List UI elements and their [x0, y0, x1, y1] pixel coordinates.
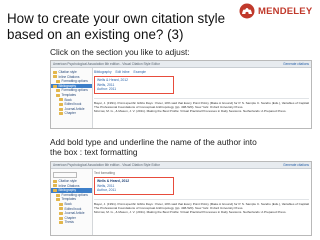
bibliography-preview: Bayer, J. (1991). Point-specific Gibbs D… — [94, 97, 309, 114]
bibliography-preview: Bayer, J. (1991). Point-specific Gibbs D… — [94, 198, 309, 215]
text-formatting-label: Text formatting — [94, 171, 115, 175]
folder-icon — [53, 184, 57, 188]
folder-icon — [59, 102, 63, 106]
mendeley-logo: MENDELEY — [239, 2, 317, 20]
citation-line: Author: 2011 — [97, 87, 117, 92]
editor-tab[interactable]: Bibliography — [94, 70, 112, 74]
bibliography-entry: Mccrow, M. G., & Mason, J. V. (2011). Ma… — [94, 210, 287, 215]
tree-item[interactable]: Chapter — [51, 111, 92, 116]
folder-icon — [53, 75, 57, 79]
editor-title: American Psychological Association 6th e… — [53, 163, 160, 167]
folder-icon — [56, 198, 60, 202]
generate-citations-link[interactable]: Generate citations — [283, 163, 309, 167]
editor-top-bar: American Psychological Association 6th e… — [51, 61, 311, 68]
folder-icon — [53, 179, 57, 183]
editor-content: Text formatting Wells & Heard, 2012 Wells… — [94, 169, 309, 235]
folder-icon — [59, 207, 63, 211]
style-section-tree: Citation style Inline Citations Bibliograp… — [51, 169, 93, 235]
mendeley-logo-text: MENDELEY — [258, 5, 313, 17]
folder-icon — [56, 79, 60, 83]
editor-tab[interactable]: Edit Inline — [116, 70, 130, 74]
folder-icon — [56, 193, 60, 197]
author-name-section[interactable]: Wells & Heard, 2012 Wells, 2011 Author, 20… — [94, 177, 174, 195]
folder-icon — [59, 221, 63, 225]
tree-filter-input[interactable] — [53, 172, 77, 178]
instruction-caption-2: Add bold type and underline the name of … — [50, 137, 257, 157]
folder-icon — [59, 112, 63, 116]
editor-tab[interactable]: Example — [134, 70, 146, 74]
slide-title: How to create your own citation style ba… — [7, 11, 226, 42]
tree-item-label: Thesis — [64, 220, 74, 225]
folder-icon — [56, 89, 60, 93]
editor-top-bar: American Psychological Association 6th e… — [51, 162, 311, 169]
instruction-caption-1: Click on the section you like to adjust: — [50, 47, 190, 57]
bibliography-entry: Mccrow, M. G., & Mason, J. V. (2011). Ma… — [94, 109, 287, 114]
editor-title: American Psychological Association 6th e… — [53, 62, 160, 66]
style-editor-screenshot-1: American Psychological Association 6th e… — [50, 60, 312, 129]
highlighted-citation-section[interactable]: Wells & Heard, 2012 Wells, 2011 Author: 20… — [94, 76, 174, 94]
tree-item-label: Chapter — [64, 111, 76, 116]
generate-citations-link[interactable]: Generate citations — [283, 62, 309, 66]
tree-item[interactable]: Thesis — [51, 220, 92, 225]
style-editor-screenshot-2: American Psychological Association 6th e… — [50, 161, 312, 236]
citation-line: Author, 2011 — [97, 188, 116, 193]
folder-icon — [59, 107, 63, 111]
folder-icon — [59, 216, 63, 220]
mendeley-logo-icon — [239, 3, 255, 19]
folder-icon — [59, 98, 63, 102]
folder-icon — [59, 202, 63, 206]
folder-icon — [56, 93, 60, 97]
editor-content: Bibliography Edit Inline Example Wells & H… — [94, 68, 309, 128]
style-section-tree: Citation style Inline Citations Formatting… — [51, 68, 93, 128]
folder-icon — [53, 84, 57, 88]
editor-tabs: Bibliography Edit Inline Example — [94, 68, 309, 74]
folder-icon — [53, 188, 57, 192]
folder-icon — [53, 70, 57, 74]
folder-icon — [59, 211, 63, 215]
